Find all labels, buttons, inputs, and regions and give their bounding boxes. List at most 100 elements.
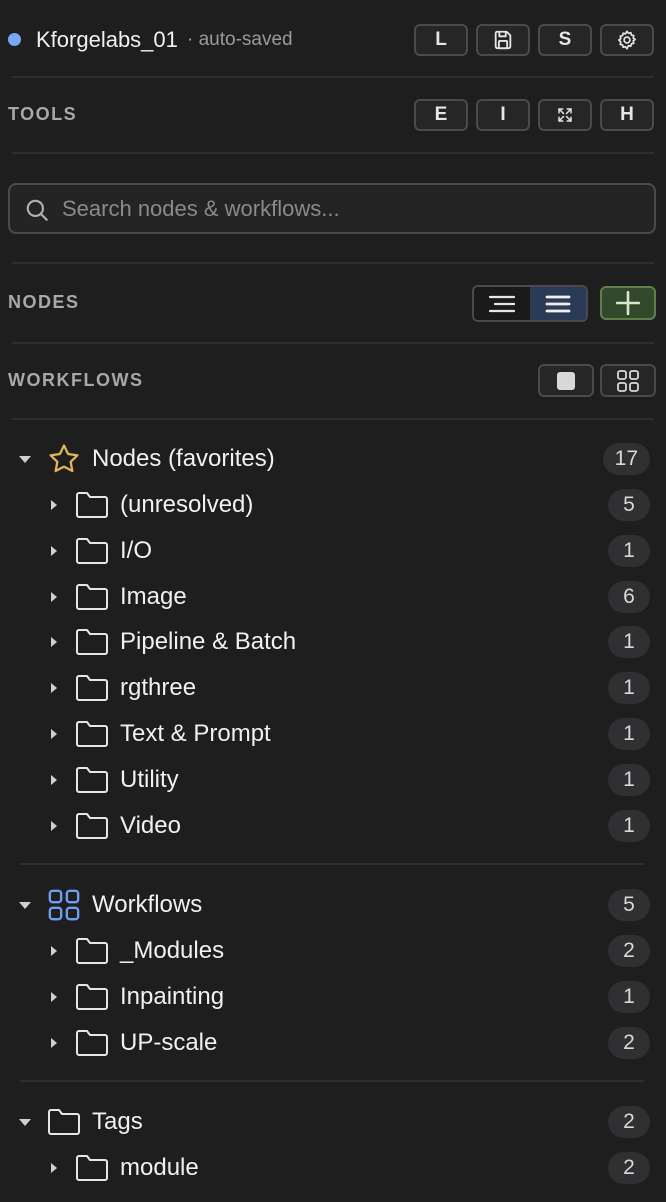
caret-down-icon[interactable] bbox=[19, 902, 31, 909]
tree-item[interactable]: I/O 1 bbox=[0, 531, 666, 571]
save-button[interactable] bbox=[476, 24, 530, 56]
list-icon bbox=[545, 295, 571, 312]
l-button[interactable]: L bbox=[414, 24, 468, 56]
save-icon bbox=[494, 30, 512, 50]
single-view-button[interactable] bbox=[538, 364, 594, 397]
folder-icon bbox=[76, 629, 108, 656]
count-badge: 2 bbox=[608, 1027, 650, 1059]
expand-icon bbox=[558, 108, 572, 122]
chevron-right-icon[interactable] bbox=[51, 545, 57, 556]
count-badge: 6 bbox=[608, 580, 650, 613]
project-name: Kforgelabs_01 bbox=[36, 27, 178, 52]
settings-button[interactable] bbox=[600, 24, 654, 56]
count-badge: 2 bbox=[608, 1152, 650, 1184]
count-badge: 5 bbox=[608, 889, 650, 921]
grid-icon bbox=[617, 369, 639, 392]
tree-item[interactable]: rgthree 1 bbox=[0, 668, 666, 708]
tree-item-label: (unresolved) bbox=[120, 491, 254, 518]
count-badge: 1 bbox=[608, 672, 650, 705]
tree-item[interactable]: Inpainting 1 bbox=[0, 977, 666, 1017]
tree-item-label: Utility bbox=[120, 765, 179, 793]
tree-item-label: module bbox=[120, 1154, 199, 1181]
tree-group-tags[interactable]: Tags 2 bbox=[0, 1102, 666, 1142]
tree-item[interactable]: (unresolved) 5 bbox=[0, 485, 666, 525]
folder-icon bbox=[76, 1030, 108, 1056]
tree-item[interactable]: _Modules 2 bbox=[0, 931, 666, 971]
divider bbox=[12, 262, 654, 264]
count-badge: 1 bbox=[608, 809, 650, 842]
folder-icon bbox=[48, 1109, 80, 1135]
tree-item-label: Image bbox=[120, 582, 187, 610]
chevron-right-icon[interactable] bbox=[51, 683, 57, 694]
count-badge: 1 bbox=[608, 626, 650, 659]
search-input[interactable] bbox=[62, 193, 642, 225]
h-button[interactable]: H bbox=[600, 99, 654, 131]
tree-item-label: Video bbox=[120, 811, 181, 839]
tree-group-label: Workflows bbox=[92, 891, 203, 918]
tree-item[interactable]: Utility 1 bbox=[0, 760, 666, 800]
tree-item[interactable]: Pipeline & Batch 1 bbox=[0, 622, 666, 662]
chevron-right-icon[interactable] bbox=[51, 774, 57, 785]
tree-item-label: Pipeline & Batch bbox=[120, 628, 297, 656]
chevron-right-icon[interactable] bbox=[51, 500, 57, 510]
expand-button[interactable] bbox=[538, 99, 592, 131]
caret-down-icon[interactable] bbox=[19, 456, 31, 463]
tree-item-label: Inpainting bbox=[120, 983, 225, 1010]
tree-group-favorites[interactable]: Nodes (favorites) 17 bbox=[0, 439, 666, 479]
chevron-right-icon[interactable] bbox=[51, 1038, 57, 1048]
autosave-status: · auto-saved bbox=[187, 29, 293, 50]
folder-icon bbox=[76, 721, 108, 747]
plus-icon bbox=[615, 290, 641, 316]
count-badge: 5 bbox=[608, 489, 650, 521]
tree-group-label: Nodes (favorites) bbox=[92, 445, 275, 472]
workflows-label: WORKFLOWS bbox=[8, 370, 144, 390]
tree-item-label: UP-scale bbox=[120, 1029, 218, 1056]
count-badge: 1 bbox=[608, 763, 650, 796]
folder-icon bbox=[76, 583, 108, 610]
tree-group-label: Tags bbox=[92, 1108, 143, 1135]
count-badge: 1 bbox=[608, 718, 650, 750]
add-node-button[interactable] bbox=[600, 286, 656, 320]
align-list-icon bbox=[488, 295, 516, 312]
tree-item[interactable]: Video 1 bbox=[0, 806, 666, 846]
folder-icon bbox=[76, 938, 108, 964]
tree-item[interactable]: Image 6 bbox=[0, 577, 666, 617]
folder-icon bbox=[76, 675, 108, 702]
folder-icon bbox=[76, 984, 108, 1010]
status-dot bbox=[8, 33, 21, 46]
tree-item[interactable]: module 2 bbox=[0, 1148, 666, 1188]
grid-view-button[interactable] bbox=[600, 364, 656, 397]
chevron-right-icon[interactable] bbox=[51, 637, 57, 648]
tree-item[interactable]: UP-scale 2 bbox=[0, 1023, 666, 1063]
tree-item[interactable]: Text & Prompt 1 bbox=[0, 714, 666, 754]
caret-down-icon[interactable] bbox=[19, 1119, 31, 1126]
tree-group-workflows[interactable]: Workflows 5 bbox=[0, 885, 666, 925]
count-badge: 2 bbox=[608, 1106, 650, 1138]
star-icon bbox=[49, 444, 79, 473]
count-badge: 17 bbox=[602, 443, 650, 475]
divider bbox=[12, 76, 654, 78]
tree-item-label: _Modules bbox=[120, 937, 225, 964]
tools-label: TOOLS bbox=[8, 104, 78, 124]
e-button[interactable]: E bbox=[414, 99, 468, 131]
tree-item-label: I/O bbox=[120, 536, 153, 564]
chevron-right-icon[interactable] bbox=[51, 820, 57, 831]
chevron-right-icon[interactable] bbox=[51, 946, 57, 956]
compact-view-button[interactable] bbox=[474, 287, 530, 320]
list-view-button[interactable] bbox=[530, 287, 586, 320]
search-box bbox=[8, 183, 656, 234]
divider bbox=[12, 342, 654, 344]
divider bbox=[12, 418, 654, 420]
s-button[interactable]: S bbox=[538, 24, 592, 56]
square-icon bbox=[557, 371, 575, 390]
tree-item-label: Text & Prompt bbox=[120, 720, 271, 747]
view-toggle bbox=[472, 285, 588, 322]
chevron-right-icon[interactable] bbox=[51, 1163, 57, 1173]
tree-item-label: rgthree bbox=[120, 674, 197, 702]
grid-icon bbox=[48, 889, 80, 921]
i-button[interactable]: I bbox=[476, 99, 530, 131]
divider bbox=[20, 1080, 644, 1082]
chevron-right-icon[interactable] bbox=[51, 992, 57, 1002]
chevron-right-icon[interactable] bbox=[51, 591, 57, 602]
chevron-right-icon[interactable] bbox=[51, 729, 57, 739]
